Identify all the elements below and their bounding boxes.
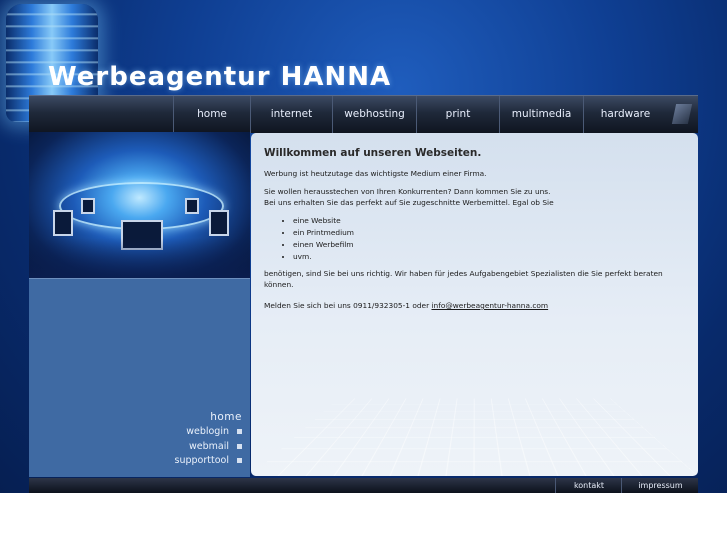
sidebar-link-weblogin[interactable]: weblogin — [175, 425, 242, 440]
square-bullet-icon — [237, 458, 242, 463]
email-link[interactable]: info@werbeagentur-hanna.com — [431, 301, 548, 310]
paragraph-line-2: Bei uns erhalten Sie das perfekt auf Sie… — [264, 197, 554, 207]
main-content-panel: Willkommen auf unseren Webseiten. Werbun… — [251, 133, 698, 476]
after-list-paragraph: benötigen, sind Sie bei uns richtig. Wir… — [264, 269, 663, 290]
hero-monitor-icon — [185, 198, 199, 214]
paragraph-line-1: Sie wollen herausstechen von Ihren Konku… — [264, 186, 551, 196]
sidebar-link-supporttool-label: supporttool — [174, 455, 229, 466]
top-navigation-bar: home internet webhosting print multimedi… — [29, 95, 698, 133]
list-item: ein Printmedium — [293, 227, 688, 239]
square-bullet-icon — [237, 429, 242, 434]
content-text: Willkommen auf unseren Webseiten. Werbun… — [264, 147, 688, 319]
hero-monitor-icon — [81, 198, 95, 214]
sidebar-link-webmail-label: webmail — [189, 440, 229, 452]
nav-home[interactable]: home — [173, 96, 250, 133]
nav-hardware[interactable]: hardware — [583, 96, 667, 133]
list-item: uvm. — [293, 251, 688, 263]
square-bullet-icon — [237, 443, 242, 449]
hero-monitor-icon — [53, 210, 73, 236]
contact-paragraph: Melden Sie sich bei uns 0911/932305-1 od… — [264, 301, 688, 312]
sidebar-navigation: home weblogin webmail supporttool — [175, 409, 242, 469]
nav-webhosting[interactable]: webhosting — [332, 96, 416, 133]
site-logo-text[interactable]: Werbeagentur HANNA — [48, 62, 391, 92]
hero-floor-glow — [29, 238, 250, 278]
intro-paragraph: Werbung ist heutzutage das wichtigste Me… — [264, 169, 487, 178]
content-grid-floor — [251, 398, 698, 476]
nav-end-ornament-icon — [671, 104, 693, 124]
nav-internet[interactable]: internet — [250, 96, 332, 133]
nav-multimedia[interactable]: multimedia — [499, 96, 583, 133]
hero-monitor-icon — [209, 210, 229, 236]
footer-bar: kontakt impressum — [29, 478, 698, 493]
page-title: Willkommen auf unseren Webseiten. — [264, 147, 482, 159]
sidebar-link-home-label: home — [210, 411, 242, 423]
footer-link-impressum[interactable]: impressum — [621, 478, 699, 493]
sidebar-link-weblogin-label: weblogin — [186, 426, 229, 437]
contact-prefix: Melden Sie sich bei uns 0911/932305-1 od… — [264, 300, 432, 310]
sidebar-link-home[interactable]: home — [175, 409, 242, 425]
service-list: eine Website ein Printmedium einen Werbe… — [264, 215, 688, 263]
page-background: Werbeagentur HANNA Werbeagentur HANNA ho… — [0, 0, 727, 493]
footer-link-kontakt[interactable]: kontakt — [555, 478, 622, 493]
sidebar-link-webmail[interactable]: webmail — [175, 440, 242, 455]
left-sidebar: home weblogin webmail supporttool — [29, 278, 250, 477]
list-item: einen Werbefilm — [293, 239, 688, 251]
sidebar-link-supporttool[interactable]: supporttool — [175, 454, 242, 469]
nav-print[interactable]: print — [416, 96, 499, 133]
list-item: eine Website — [293, 215, 688, 227]
hero-image-network — [29, 132, 250, 278]
